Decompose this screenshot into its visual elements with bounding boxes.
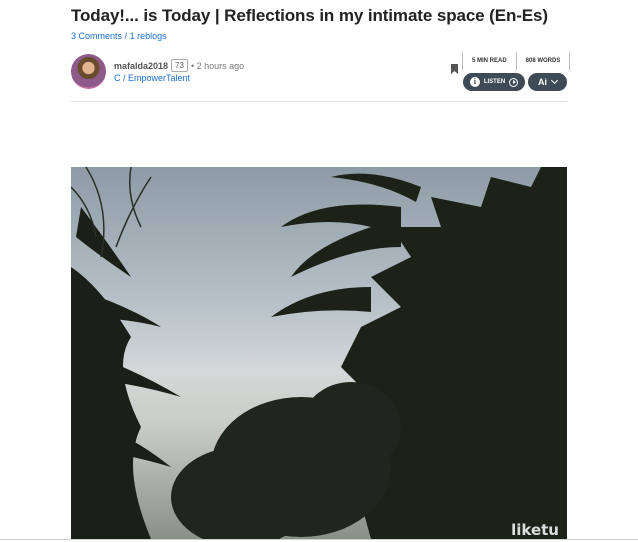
author-name[interactable]: mafalda2018 — [114, 61, 168, 71]
post-time: • 2 hours ago — [190, 60, 245, 71]
meta-separator: / — [124, 31, 128, 41]
page-bottom-border — [0, 539, 638, 540]
ai-dropdown-button[interactable]: Ai — [528, 73, 567, 91]
chevron-down-icon — [550, 76, 559, 85]
word-count: 808 WORDS — [515, 52, 571, 70]
palm-trees-silhouette — [71, 167, 567, 539]
listen-label: LISTEN — [483, 79, 506, 85]
post-stats: 5 MIN READ 808 WORDS — [462, 52, 571, 70]
read-time: 5 MIN READ — [462, 52, 516, 70]
author-line: mafalda2018 73 • 2 hours ago — [114, 59, 244, 72]
play-icon — [509, 77, 519, 87]
author-avatar[interactable] — [71, 54, 106, 89]
header-divider — [71, 101, 567, 102]
bookmark-icon[interactable] — [451, 64, 458, 74]
community-link[interactable]: C / EmpowerTalent — [114, 73, 190, 83]
reblogs-link[interactable]: 1 reblogs — [130, 31, 167, 41]
liketu-watermark: liketu — [511, 521, 559, 539]
post-image: liketu — [71, 167, 567, 539]
listen-button[interactable]: i LISTEN — [463, 73, 525, 91]
reputation-badge: 73 — [171, 59, 188, 72]
post-title: Today!... is Today | Reflections in my i… — [71, 6, 548, 25]
post-meta-links: 3 Comments / 1 reblogs — [71, 31, 167, 41]
comments-link[interactable]: 3 Comments — [71, 31, 122, 41]
ai-label: Ai — [538, 77, 547, 87]
info-icon: i — [469, 77, 480, 87]
